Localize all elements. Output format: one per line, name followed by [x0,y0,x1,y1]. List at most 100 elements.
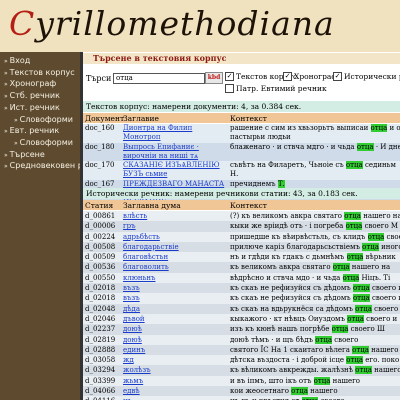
headword-link[interactable]: доюѣ [123,336,142,344]
headword-link[interactable]: жьмъ [123,377,143,385]
context-before: кои жеосетнаго [230,387,292,396]
headword-link[interactable]: едвѣ [123,387,140,395]
document-title-link[interactable]: Дионтра на Филип Монотроп [123,124,192,141]
context-before: вѣдрѣсно и ствча мдо · и чьда [230,273,343,282]
context-match: отца [332,263,350,272]
context-before: рашение с сим из хвьзорьтъ выписаи [230,124,371,132]
entry-id: d_00508 [83,241,121,253]
headword-cell: адрьбѣсть [121,231,228,242]
headword-cell: клюньнъ [121,272,228,284]
checkbox-icon[interactable]: ✓ [333,72,342,81]
headword-link[interactable]: възъ [123,294,140,302]
headword-link[interactable]: доюѣ [123,325,142,333]
context-match: отца [346,356,364,365]
table-row: d_02018 възъ къ скаъ не рефизуйся съ дѣдом… [83,283,400,294]
table-row: d_00224 адрьбѣсть пришедше къ вѣирвѣстьль,… [83,231,400,242]
table-row: d_00509 благовѣстьн нъ и гдѣди къ гдакъ с … [83,252,400,263]
sidebar-item[interactable]: » Словоформи [4,115,80,127]
sidebar-item[interactable]: » Ист. речник [4,103,80,115]
checkbox-icon[interactable]: ✓ [225,72,234,81]
chevron-right-icon: » [4,163,8,171]
context-after: нашего по [374,366,400,375]
context-match: отца [344,212,361,220]
context-before: прилюче каріз благодарьсьствіемъ [230,242,363,251]
headword-link[interactable]: дъвой [123,315,145,323]
context-cell: рашение с сим из хвьзорьтъ выписаи отца … [228,123,400,143]
context-after: своего и [386,232,400,241]
context-cell: вѣдрѣсно и ствча мдо · и чьда отца Ніцъ.… [228,272,400,284]
headword-link[interactable]: жолѣзъ [123,366,151,374]
headword-link[interactable]: клюньнъ [123,274,156,282]
headword-link[interactable]: гръ [123,222,136,230]
context-match: отца [367,232,385,241]
search-panel-title: Търсене в текстовия корпус [83,53,400,64]
keyboard-button[interactable]: kbd [205,72,223,84]
sidebar-item[interactable]: » Вход [4,56,80,68]
main-content: Търсене в текстовия корпус Търси за отца… [83,52,400,400]
context-before: доюѣ тѣмъ · и щъ бѣдъ [230,335,316,344]
context-cell: къ великомъ авкра святаго отца нашего на [228,262,400,273]
headword-link[interactable]: жд [123,356,134,364]
column-header: Заглавие [121,113,228,124]
table-row: d_04066 едвѣ кои жеосетнаго отца нашего [83,386,400,397]
headword-link[interactable]: влѣсть [123,212,147,220]
document-title-link[interactable]: СКАЗАНІЄ ИЗЪѦВЛЕНІЮ БУЗЪ сьмие [123,161,220,178]
checkbox-icon[interactable]: ✓ [283,72,292,81]
sidebar-item[interactable]: » Търсене [4,150,80,162]
chevron-right-icon: » [4,104,8,112]
headword-cell: дъвой [121,313,228,325]
headword-cell: влѣсть [121,210,228,222]
sidebar: » Вход» Текстов корпус» Хронограф» Стб. речн… [0,52,88,400]
document-title-link[interactable]: Выпрось Епифаниє · вирочніи на ниші тѧ [123,143,199,160]
search-input[interactable]: отца [113,73,205,84]
context-match: отца [370,124,388,132]
table-header-row: Документ Заглавие Контекст [83,113,400,124]
headword-link[interactable]: единъ [123,346,145,354]
option-historical-dictionary[interactable]: ✓Исторически речник [333,72,400,81]
context-match: отца [315,335,332,344]
context-cell: кыки же вріидѣ отъ · і погреба отца свое… [228,221,400,232]
sidebar-item[interactable]: » Средновековен ре [4,161,88,173]
context-after: иного О 50 [381,242,400,251]
headword-cell: благоволить [121,262,228,273]
sidebar-item[interactable]: » Словоформи [4,138,80,150]
document-id: doc_180 [83,143,121,161]
context-before: блаженаго · и ствча мдго · и чьда [230,143,357,151]
sidebar-menu: » Вход» Текстов корпус» Хронограф» Стб. речн… [0,52,88,173]
sidebar-item[interactable]: » Евт. речник [4,126,80,138]
headword-link[interactable]: благодарьствіе [123,243,179,251]
context-cell: нъ въ и кръстия от отца своего [228,396,400,400]
context-cell: изъ къ кюнѣ нашъ погрѣбе отца своего Ш [228,324,400,335]
context-after: своего и [363,314,398,323]
headword-link[interactable]: благовѣстьн [123,253,168,261]
option-chronograph[interactable]: ✓ Хронограф [283,72,337,81]
entry-id: d_00006 [83,221,121,232]
headword-link[interactable]: адрьбѣсть [123,233,160,241]
headword-link[interactable]: благоволить [123,263,169,271]
context-cell: нъ и гдѣди къ гдакъ с дьмнѣмъ отца вѣрьн… [228,252,400,263]
headword-cell: благовѣстьн [121,252,228,263]
table-row: d_02046 дъвой кыкажого · кт нѣвцъ Оиуздомъ… [83,313,400,325]
context-cell: къ скаъ не рефизуйся съ дѣдомъ отца свое… [228,293,400,304]
headword-link[interactable]: възъ [123,284,140,292]
entry-id: d_04066 [83,386,121,397]
headword-cell: гръ [121,221,228,232]
option-evtimiy-dictionary[interactable]: Патр. Евтимий речник [225,84,327,93]
context-after: нашего [307,387,338,396]
corpus-results-header: Текстов корпус: намерени документи: 4, з… [83,101,400,112]
context-before: нъ и гдѣди къ гдакъ с дьмнѣмъ [230,253,347,262]
context-match: отца [291,387,308,396]
table-row: d_03399 жьмъ и въ іпмъ, што ікъ отъ отца н… [83,375,400,387]
table-row: d_00550 клюньнъ вѣдрѣсно и ствча мдо · и ч… [83,272,400,284]
site-title[interactable]: Cyrillomethodiana [9,0,335,48]
context-after: нашего [330,376,361,385]
checkbox-icon[interactable] [225,84,234,93]
context-cell: кои жеосетнаго отца нашего [228,386,400,397]
sidebar-item[interactable]: » Хронограф [4,79,80,91]
headword-link[interactable]: дѣда [123,305,140,313]
headword-cell: възъ [121,293,228,304]
context-continuation: Н. [230,170,239,178]
sidebar-item[interactable]: » Стб. речник [4,91,80,103]
sidebar-item[interactable]: » Текстов корпус [4,68,80,80]
sidebar-item-label: Стб. речник [9,91,60,101]
